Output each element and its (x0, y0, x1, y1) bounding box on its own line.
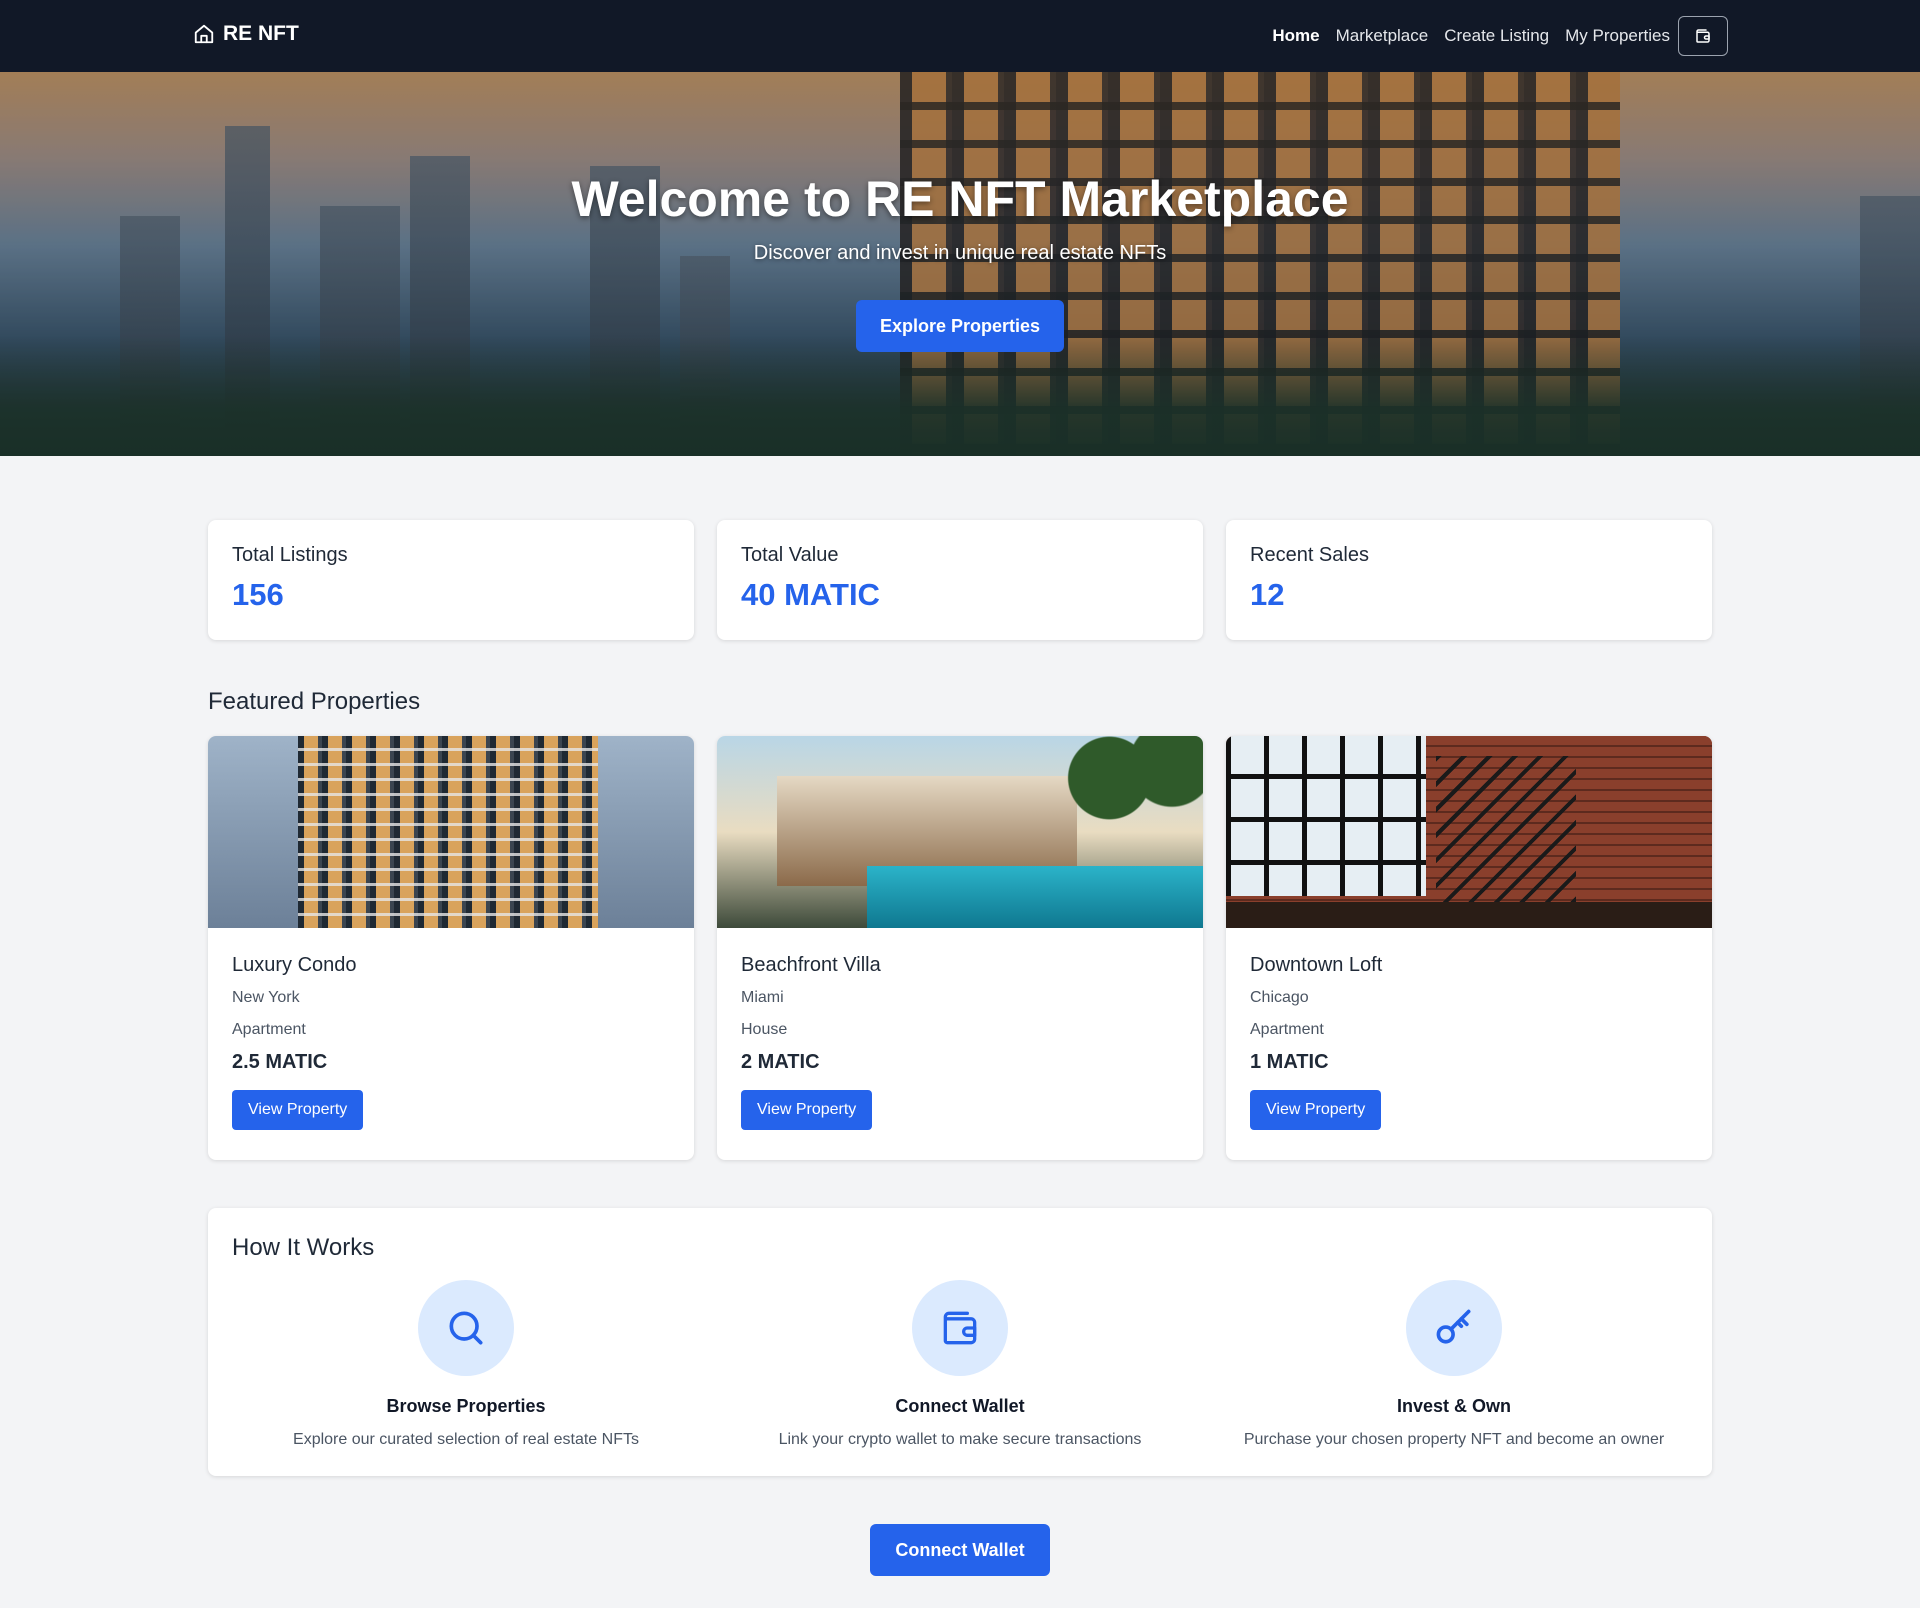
step-icon-circle (418, 1280, 514, 1376)
hero-subtitle: Discover and invest in unique real estat… (753, 242, 1167, 264)
step-icon-circle (912, 1280, 1008, 1376)
explore-properties-button[interactable]: Explore Properties (856, 300, 1064, 352)
how-it-works-panel: How It Works Browse Properties Explore o… (208, 1208, 1712, 1476)
stat-value: 12 (1250, 577, 1285, 612)
step-title: Browse Properties (386, 1396, 546, 1416)
featured-properties-title: Featured Properties (208, 688, 421, 715)
property-type: House (741, 1021, 788, 1038)
stat-label: Total Value (741, 544, 839, 566)
stat-label: Total Listings (232, 544, 348, 566)
step-icon-circle (1406, 1280, 1502, 1376)
property-price: 2 MATIC (741, 1051, 820, 1073)
stat-value: 156 (232, 577, 284, 612)
key-icon (1436, 1309, 1471, 1344)
brand-logo[interactable]: RE NFT (193, 22, 299, 46)
step-title: Connect Wallet (895, 1396, 1025, 1416)
stat-label: Recent Sales (1250, 544, 1369, 566)
property-type: Apartment (232, 1021, 306, 1038)
stat-card-total-listings: Total Listings 156 (208, 520, 694, 640)
nav-wallet-button[interactable] (1678, 16, 1728, 56)
search-icon (449, 1311, 483, 1345)
property-card-beachfront-villa: Beachfront Villa Miami House 2 MATIC Vie… (717, 736, 1203, 1160)
property-city: New York (232, 989, 300, 1006)
property-card-downtown-loft: Downtown Loft Chicago Apartment 1 MATIC … (1226, 736, 1712, 1160)
brand-name: RE NFT (223, 22, 299, 45)
nav-link-create-listing[interactable]: Create Listing (1444, 26, 1549, 46)
property-name: Downtown Loft (1250, 954, 1383, 976)
wallet-icon (1696, 29, 1710, 43)
step-desc: Purchase your chosen property NFT and be… (1243, 1431, 1665, 1448)
property-name: Beachfront Villa (741, 954, 881, 976)
property-type: Apartment (1250, 1021, 1324, 1038)
wallet-icon (943, 1311, 977, 1345)
stat-card-recent-sales: Recent Sales 12 (1226, 520, 1712, 640)
connect-wallet-button[interactable]: Connect Wallet (870, 1524, 1050, 1576)
property-card-luxury-condo: Luxury Condo New York Apartment 2.5 MATI… (208, 736, 694, 1160)
nav-link-my-properties[interactable]: My Properties (1565, 26, 1670, 46)
hero-title: Welcome to RE NFT Marketplace (571, 171, 1349, 227)
view-property-button[interactable]: View Property (1250, 1090, 1382, 1130)
property-image (208, 736, 694, 928)
property-price: 2.5 MATIC (232, 1051, 328, 1073)
property-city: Chicago (1250, 989, 1309, 1006)
hero-banner: Welcome to RE NFT Marketplace Discover a… (0, 72, 1920, 456)
view-property-button[interactable]: View Property (741, 1090, 873, 1130)
view-property-button[interactable]: View Property (232, 1090, 364, 1130)
property-image (717, 736, 1203, 928)
top-navbar: RE NFT Home Marketplace Create Listing M… (0, 0, 1920, 72)
step-desc: Link your crypto wallet to make secure t… (778, 1431, 1142, 1448)
home-icon (194, 24, 214, 44)
step-invest-own: Invest & Own Purchase your chosen proper… (1214, 1280, 1694, 1449)
nav-links: Home Marketplace Create Listing My Prope… (1272, 0, 1670, 72)
step-connect-wallet: Connect Wallet Link your crypto wallet t… (720, 1280, 1200, 1449)
step-desc: Explore our curated selection of real es… (293, 1431, 639, 1448)
step-title: Invest & Own (1396, 1396, 1512, 1416)
how-it-works-title: How It Works (232, 1234, 375, 1261)
stat-value: 40 MATIC (741, 577, 880, 612)
property-price: 1 MATIC (1250, 1051, 1329, 1073)
stat-card-total-value: Total Value 40 MATIC (717, 520, 1203, 640)
property-city: Miami (741, 989, 784, 1006)
property-name: Luxury Condo (232, 954, 357, 976)
property-image (1226, 736, 1712, 928)
nav-link-home[interactable]: Home (1272, 26, 1319, 46)
step-browse-properties: Browse Properties Explore our curated se… (226, 1280, 706, 1449)
nav-link-marketplace[interactable]: Marketplace (1336, 26, 1429, 46)
